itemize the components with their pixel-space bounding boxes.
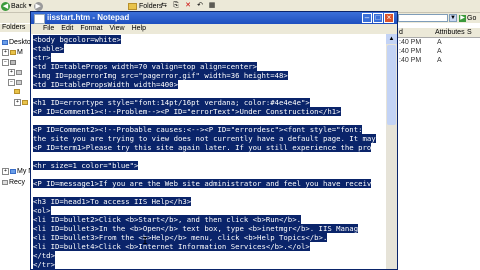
go-arrow-icon: ▶	[459, 14, 466, 22]
menu-file[interactable]: File	[43, 24, 54, 34]
folders-button[interactable]: Folders	[128, 1, 162, 11]
column-attributes[interactable]: Attributes	[435, 29, 465, 36]
notepad-window: iisstart.htm - Notepad – □ × File Edit F…	[30, 11, 398, 270]
menu-edit[interactable]: Edit	[61, 24, 73, 34]
text-editor[interactable]: <body bgcolor=white> <table> <tr> <td ID…	[31, 34, 386, 269]
vertical-scrollbar[interactable]: ▲	[386, 34, 397, 269]
column-date[interactable]: d	[399, 29, 403, 36]
file-row[interactable]: :40 PM A	[399, 39, 442, 46]
collapse-icon[interactable]: −	[2, 59, 9, 66]
tree-item[interactable]: +	[8, 69, 22, 76]
code-line: <table>	[33, 44, 64, 53]
views-icon[interactable]: ▦	[208, 2, 216, 10]
tree-item[interactable]: −	[2, 59, 16, 66]
column-status[interactable]: S	[467, 29, 472, 36]
forward-arrow-icon[interactable]: ▶	[33, 1, 43, 11]
folder-icon	[10, 50, 16, 55]
code-line: <P ID=Comment1><!--Problem--><P ID="erro…	[33, 107, 341, 116]
code-line: <P ID=term1>Please try this site again l…	[33, 143, 372, 152]
expand-icon[interactable]: +	[8, 69, 15, 76]
expand-icon[interactable]: +	[14, 99, 21, 106]
tree-item-my-network[interactable]: + My N	[2, 168, 33, 175]
menu-view[interactable]: View	[110, 24, 125, 34]
folders-label: Folders	[139, 2, 163, 10]
notepad-icon	[34, 14, 45, 24]
folder-icon	[128, 2, 137, 10]
code-line: <P ID=Comment2><!--Probable causes:<--><…	[33, 125, 363, 134]
code-line: </td>	[33, 251, 55, 260]
collapse-icon[interactable]: −	[8, 79, 15, 86]
copy-to-icon[interactable]: ⎘	[172, 2, 180, 10]
code-line: <img ID=pagerrorImg src="pagerror.gif" w…	[33, 71, 288, 80]
address-input[interactable]	[398, 14, 448, 22]
text-cursor-icon: I	[142, 236, 149, 247]
code-line: the site you are trying to view does not…	[33, 134, 376, 143]
maximize-icon[interactable]: □	[373, 13, 383, 23]
tree-item[interactable]	[14, 89, 20, 94]
notepad-title-bar[interactable]: iisstart.htm - Notepad – □ ×	[31, 12, 397, 24]
code-line: <P ID=message1>If you are the Web site a…	[33, 179, 372, 188]
scroll-up-icon[interactable]: ▲	[386, 34, 397, 44]
menu-help[interactable]: Help	[132, 24, 146, 34]
back-label: Back	[11, 2, 27, 10]
drive-icon	[16, 70, 22, 75]
go-label: Go	[467, 14, 477, 22]
file-row[interactable]: :40 PM A	[399, 48, 442, 55]
expand-icon[interactable]: +	[2, 168, 9, 175]
code-line: <li ID=bullet3>From the <b>Help</b> menu…	[33, 233, 328, 242]
address-dropdown-icon[interactable]: ▼	[449, 14, 457, 22]
code-line: <li ID=bullet4>Click <b>Internet Informa…	[33, 242, 310, 251]
computer-icon	[10, 60, 16, 65]
delete-icon[interactable]: ✕	[184, 2, 192, 10]
code-line: <td ID=tableProps width=70 valign=top al…	[33, 62, 258, 71]
back-arrow-icon: ◀	[1, 1, 10, 11]
code-line: <li ID=bullet2>Click <b>Start</b>, and t…	[33, 215, 301, 224]
code-line: <ol>	[33, 206, 51, 215]
menu-bar: File Edit Format View Help	[31, 24, 397, 34]
recycle-bin-icon	[2, 180, 8, 185]
code-line: <td ID=tablePropsWidth width=400>	[33, 80, 178, 89]
expand-icon[interactable]: +	[2, 49, 9, 56]
move-to-icon[interactable]: ⇆	[160, 2, 168, 10]
network-icon	[10, 169, 16, 174]
tree-item-my-documents[interactable]: + M	[2, 49, 23, 56]
dropdown-arrow-icon: ▼	[27, 3, 33, 9]
file-list-header: d Attributes S	[397, 28, 480, 38]
go-button[interactable]: ▶ Go	[459, 14, 476, 22]
back-button[interactable]: ◀ Back ▼ ▶	[1, 1, 43, 11]
tree-item[interactable]: +	[14, 99, 28, 106]
desktop-icon	[2, 40, 8, 45]
scroll-thumb[interactable]	[387, 45, 396, 125]
tree-item-recycle-bin[interactable]: Recy	[2, 179, 25, 186]
menu-format[interactable]: Format	[80, 24, 102, 34]
code-line: <body bgcolor=white>	[33, 35, 121, 44]
folder-icon	[14, 89, 20, 94]
file-row[interactable]: :40 PM A	[399, 57, 442, 64]
window-title: iisstart.htm - Notepad	[47, 13, 130, 22]
toolbar-icons: ⇆ ⎘ ✕ ↶ ▦	[160, 2, 216, 10]
code-line: <hr size=1 color="blue">	[33, 161, 139, 170]
folder-icon	[22, 100, 28, 105]
code-line: <h1 ID=errortype style="font:14pt/16pt v…	[33, 98, 310, 107]
editor-content[interactable]: <body bgcolor=white> <table> <tr> <td ID…	[33, 35, 376, 269]
close-icon[interactable]: ×	[384, 13, 394, 23]
minimize-icon[interactable]: –	[362, 13, 372, 23]
code-line: <tr>	[33, 53, 51, 62]
undo-icon[interactable]: ↶	[196, 2, 204, 10]
code-line: <li ID=bullet3>In the <b>Open</b> text b…	[33, 224, 359, 233]
drive-icon	[16, 80, 22, 85]
code-line: </tr>	[33, 260, 55, 269]
tree-item[interactable]: −	[8, 79, 22, 86]
code-line: <h3 ID=head1>To access IIS Help</h3>	[33, 197, 192, 206]
